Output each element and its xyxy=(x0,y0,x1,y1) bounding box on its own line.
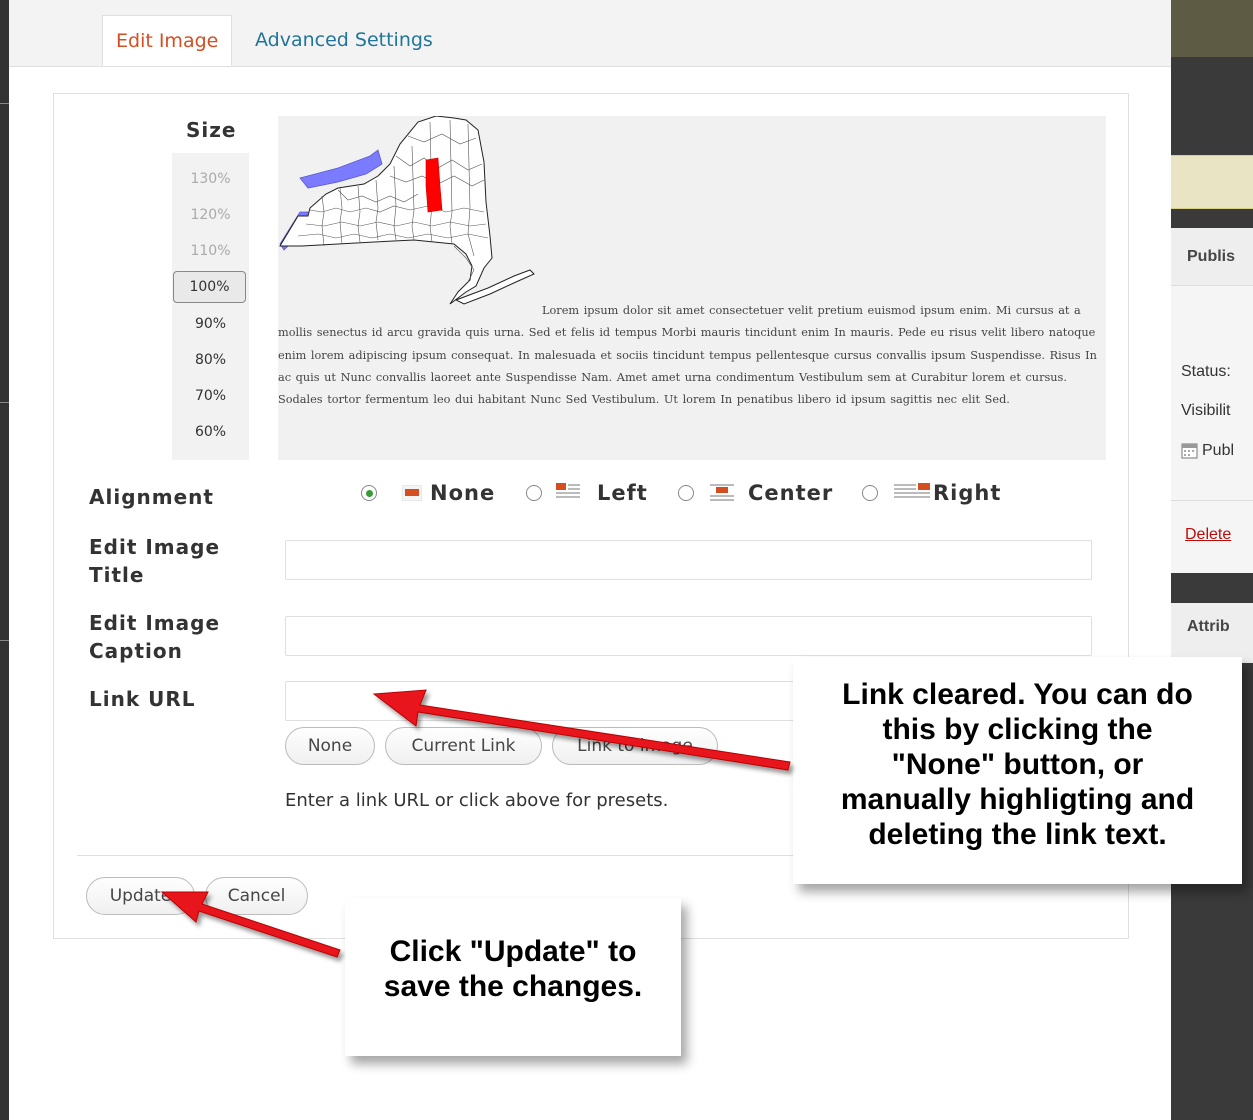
annotation-arrows xyxy=(160,689,791,958)
arrow-to-update-button xyxy=(160,891,341,958)
arrow-to-link-field xyxy=(372,689,791,771)
